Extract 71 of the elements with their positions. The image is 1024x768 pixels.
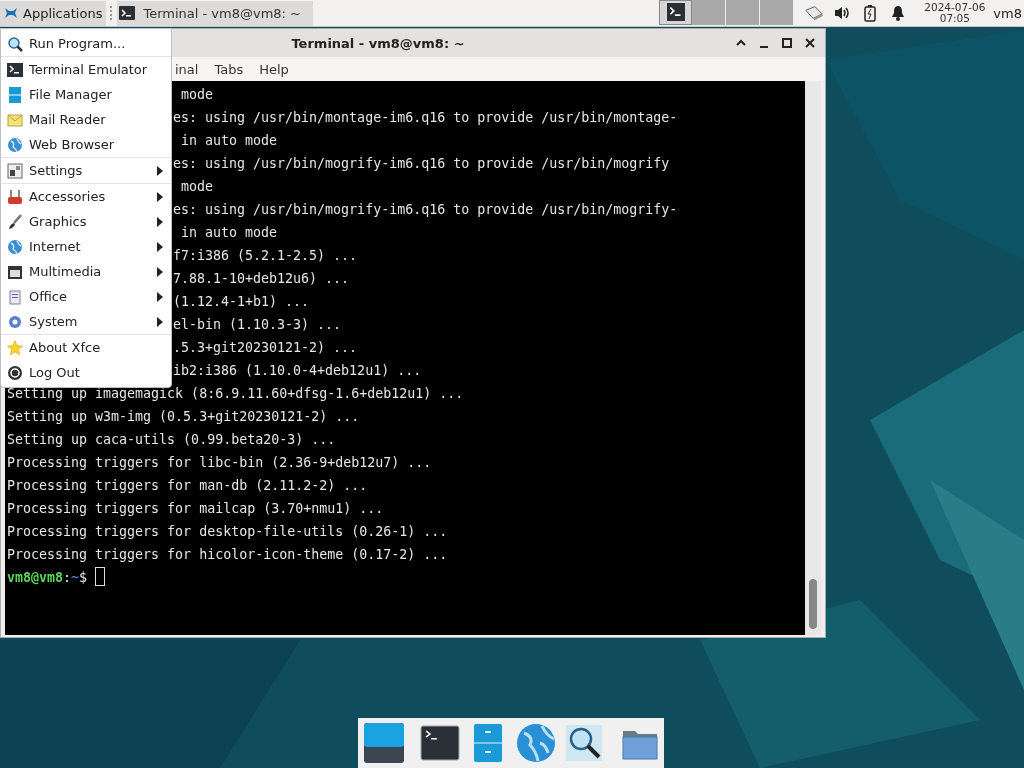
- menu-item[interactable]: About Xfce: [1, 335, 171, 360]
- menu-item[interactable]: Internet: [1, 234, 171, 259]
- terminal-line: in auto mode: [180, 133, 278, 148]
- terminal-line: mode: [180, 179, 214, 194]
- terminal-line: es: using /usr/bin/mogrify-im6.q16 to provide /usr/bin/mogrify-: [173, 202, 678, 217]
- menu-item[interactable]: System: [1, 309, 171, 334]
- user-name[interactable]: vm8: [993, 5, 1024, 21]
- menu-item[interactable]: Web Browser: [1, 132, 171, 157]
- terminal-icon: [666, 3, 685, 21]
- terminal-line: mode: [180, 87, 214, 102]
- globe-icon[interactable]: [516, 723, 556, 763]
- globe-icon: [7, 136, 23, 153]
- menu-item[interactable]: inal: [175, 61, 199, 77]
- shell-prompt: vm8@vm8:~$: [7, 570, 88, 585]
- toolbox-icon: [7, 188, 23, 205]
- menu-item[interactable]: Log Out: [1, 360, 171, 385]
- file-cabinet-icon: [7, 86, 23, 103]
- menu-item[interactable]: Office: [1, 284, 171, 309]
- applications-menu-button[interactable]: Applications: [0, 0, 107, 26]
- search-icon: [7, 35, 23, 52]
- globe-icon: [7, 238, 23, 255]
- terminal-line: Setting up caca-utils (0.99.beta20-3) ...: [7, 432, 336, 447]
- xfce-mouse-icon: [3, 5, 19, 21]
- star-icon: [7, 339, 23, 356]
- workspace-button[interactable]: [659, 0, 693, 25]
- terminal-line: Processing triggers for hicolor-icon-theme (0.17-2) ...: [7, 547, 448, 562]
- terminal-line: Processing triggers for libc-bin (2.36-9+deb12u7) ...: [7, 455, 432, 470]
- menu-item[interactable]: Mail Reader: [1, 107, 171, 132]
- power-icon: [7, 364, 23, 381]
- terminal-icon: [119, 5, 136, 21]
- terminal-line: in auto mode: [180, 225, 278, 240]
- menu-item[interactable]: Accessories: [1, 184, 171, 209]
- terminal-line: f7:i386 (5.2.1-2.5) ...: [173, 248, 358, 263]
- menu-item[interactable]: Tabs: [214, 61, 244, 77]
- desktop-icon[interactable]: [364, 723, 404, 763]
- scrollbar-thumb[interactable]: [809, 579, 817, 629]
- maximize-button[interactable]: [780, 36, 794, 50]
- terminal-line: ib2:i386 (1.10.0-4+deb12u1) ...: [173, 363, 422, 378]
- document-icon: [7, 288, 23, 305]
- menu-item[interactable]: Graphics: [1, 209, 171, 234]
- clapper-icon: [7, 263, 23, 280]
- terminal-line: 7.88.1-10+deb12u6) ...: [173, 271, 350, 286]
- close-button[interactable]: [803, 36, 817, 50]
- clock[interactable]: 2024-07-06 07:05: [924, 2, 986, 24]
- menu-item[interactable]: File Manager: [1, 82, 171, 107]
- terminal-line: Processing triggers for mailcap (3.70+nmu1) ...: [7, 501, 384, 516]
- terminal-line: Processing triggers for man-db (2.11.2-2) ...: [7, 478, 368, 493]
- menu-item[interactable]: Terminal Emulator: [1, 57, 171, 82]
- brush-icon: [7, 213, 23, 230]
- terminal-icon: [7, 61, 23, 78]
- terminal-line: Setting up w3m-img (0.5.3+git20230121-2) ...: [7, 409, 360, 424]
- terminal-icon[interactable]: [420, 723, 460, 763]
- menu-item[interactable]: Multimedia: [1, 259, 171, 284]
- window-title: Terminal - vm8@vm8: ~: [291, 35, 465, 51]
- text-cursor: [95, 567, 106, 586]
- taskbar-button[interactable]: Terminal - vm8@vm8: ~: [117, 0, 314, 26]
- terminal-line: Setting up imagemagick (8:6.9.11.60+dfsg-1.6+deb12u1) ...: [7, 386, 464, 401]
- settings-icon: [7, 162, 23, 179]
- menu-item[interactable]: Settings: [1, 158, 171, 183]
- terminal-line: (1.12.4-1+b1) ...: [173, 294, 310, 309]
- terminal-line: es: using /usr/bin/montage-im6.q16 to provide /usr/bin/montage-: [173, 110, 678, 125]
- terminal-line: el-bin (1.10.3-3) ...: [173, 317, 342, 332]
- envelope-icon: [7, 111, 23, 128]
- terminal-line: .5.3+git20230121-2) ...: [173, 340, 358, 355]
- gear-icon: [7, 313, 23, 330]
- menu-item[interactable]: Help: [259, 61, 289, 77]
- terminal-line: es: using /usr/bin/mogrify-im6.q16 to provide /usr/bin/mogrify: [173, 156, 670, 171]
- network-icon[interactable]: [804, 4, 825, 22]
- menu-item[interactable]: Run Program...: [1, 31, 171, 56]
- terminal-line: Processing triggers for desktop-file-utils (0.26-1) ...: [7, 524, 448, 539]
- search-icon[interactable]: [564, 723, 604, 763]
